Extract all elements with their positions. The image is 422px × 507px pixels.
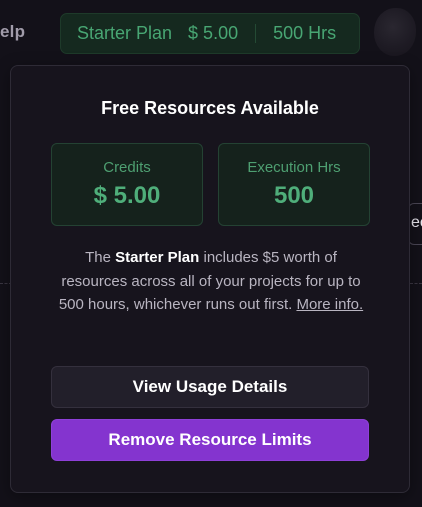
plan-pill-divider: [255, 24, 257, 43]
plan-name: Starter Plan: [77, 23, 173, 43]
plan-description: The Starter Plan includes $5 worth of re…: [51, 246, 371, 317]
background-chip: ec: [408, 203, 422, 245]
plan-pill[interactable]: Starter Plan $ 5.00 500 Hrs: [60, 13, 360, 54]
page: elp Starter Plan $ 5.00 500 Hrs ec Free …: [0, 0, 422, 507]
execution-hours-card: Execution Hrs 500: [218, 143, 370, 226]
free-resources-popover: Free Resources Available Credits $ 5.00 …: [10, 65, 410, 493]
background-dashed-line-right: [410, 283, 422, 284]
execution-hours-label: Execution Hrs: [247, 159, 341, 176]
remove-resource-limits-button[interactable]: Remove Resource Limits: [51, 419, 369, 461]
credits-card: Credits $ 5.00: [51, 143, 203, 226]
credits-label: Credits: [103, 159, 151, 176]
background-chip-text: ec: [411, 214, 422, 231]
plan-credit: $ 5.00: [188, 23, 239, 43]
description-prefix: The: [85, 249, 116, 266]
popover-title: Free Resources Available: [101, 98, 319, 118]
description-plan-name: Starter Plan: [115, 249, 200, 266]
execution-hours-value: 500: [273, 182, 315, 209]
credits-value: $ 5.00: [93, 182, 161, 209]
avatar[interactable]: [374, 8, 416, 56]
help-link[interactable]: elp: [0, 22, 25, 42]
more-info-link[interactable]: More info.: [296, 296, 363, 313]
view-usage-details-button[interactable]: View Usage Details: [51, 366, 369, 408]
plan-hours: 500 Hrs: [273, 23, 337, 43]
